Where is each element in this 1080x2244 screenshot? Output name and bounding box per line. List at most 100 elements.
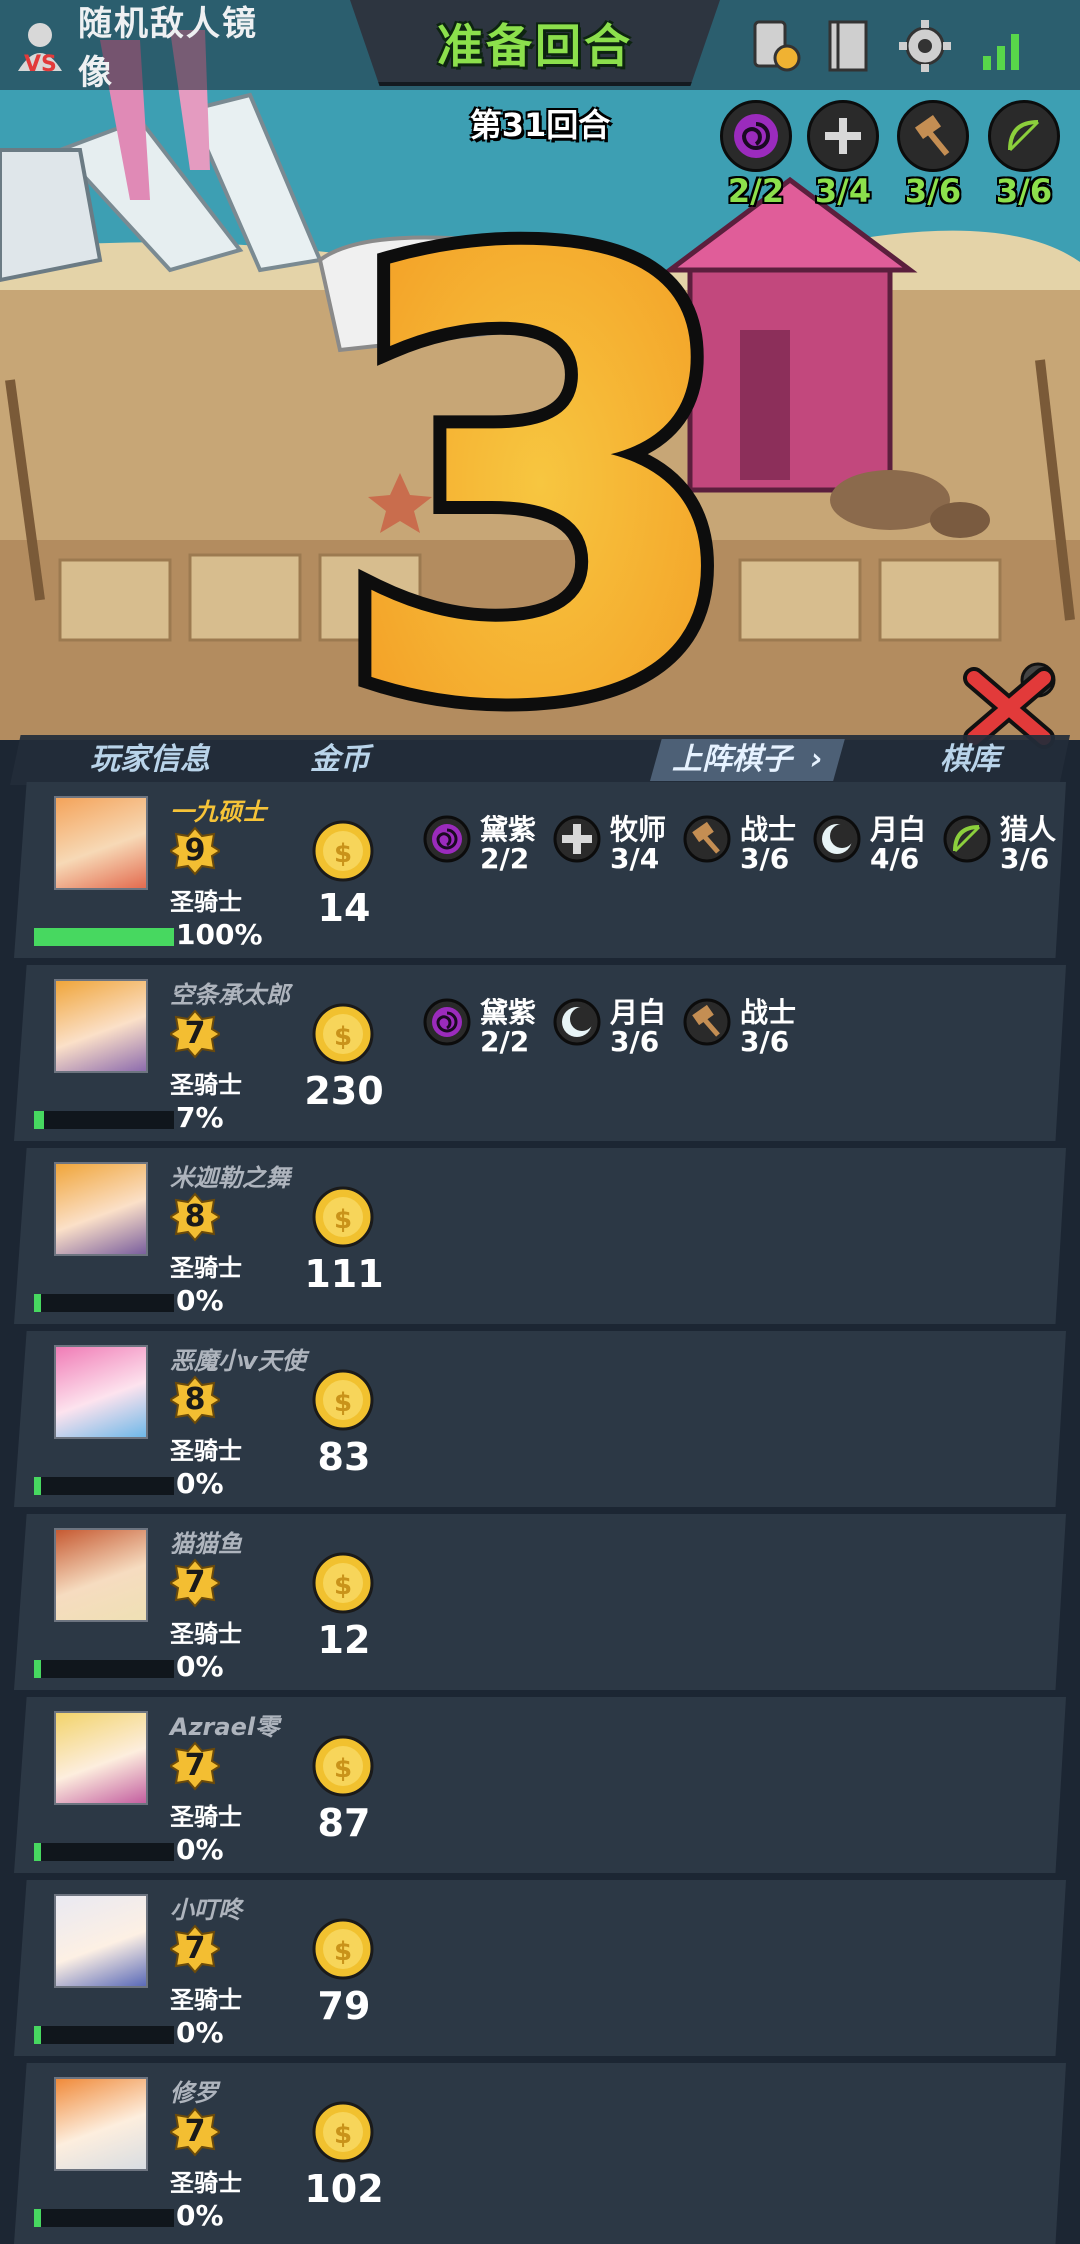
codex-book-icon[interactable]	[818, 16, 878, 76]
bow-icon	[988, 100, 1060, 172]
gold-amount: 230	[304, 1069, 384, 1113]
gold-coin-icon: $	[312, 1003, 374, 1065]
rank-title: 圣骑士	[170, 1620, 242, 1648]
gold-coin-icon: $	[312, 1186, 374, 1248]
gold-amount: 79	[317, 1984, 371, 2028]
progress-bar	[34, 928, 174, 946]
progress-fill	[34, 1294, 41, 1312]
player-name: 恶魔小v天使	[170, 1347, 306, 1375]
rank-title: 圣骑士	[170, 1803, 242, 1831]
progress-bar	[34, 1111, 174, 1129]
moon-icon	[812, 814, 862, 864]
progress-bar	[34, 1660, 174, 1678]
rank-title: 圣骑士	[170, 1437, 242, 1465]
progress-bar	[34, 1843, 174, 1861]
player-name: 猫猫鱼	[170, 1530, 242, 1558]
gold-amount: 14	[317, 886, 371, 930]
top-synergy-count: 3/6	[995, 172, 1053, 210]
synergy-count: 3/6	[740, 842, 790, 875]
player-avatar	[54, 1162, 148, 1256]
top-synergy-hunter[interactable]: 3/6	[984, 100, 1064, 210]
level-number: 7	[184, 1748, 206, 1783]
top-synergy-count: 3/6	[904, 172, 962, 210]
tab-deployed-pieces[interactable]: 上阵棋子 ›	[650, 739, 845, 781]
hammer-icon	[682, 997, 732, 1047]
player-row[interactable]: 空条承太郎 7 圣骑士 7% $ 230 黛紫 2/2 月白 3/6 战士 3/6	[14, 965, 1066, 1141]
rank-title: 圣骑士	[170, 2169, 242, 2197]
svg-text:VS: VS	[24, 52, 57, 75]
player-row[interactable]: 修罗 7 圣骑士 0% $ 102	[14, 2063, 1066, 2244]
settings-gear-icon[interactable]	[895, 16, 955, 76]
gold-amount: 83	[317, 1435, 371, 1479]
player-avatar	[54, 1711, 148, 1805]
tab-player-info[interactable]: 玩家信息	[90, 739, 210, 781]
progress-percent: 0%	[176, 1467, 224, 1500]
level-number: 7	[184, 1016, 206, 1051]
progress-fill	[34, 2026, 41, 2044]
level-badge: 7	[168, 1009, 222, 1059]
synergy-count: 4/6	[870, 842, 920, 875]
spiral-icon	[422, 814, 472, 864]
svg-text:$: $	[334, 1388, 352, 1418]
svg-text:$: $	[334, 1022, 352, 1052]
progress-bar	[34, 2026, 174, 2044]
gold-coin-icon: $	[312, 1735, 374, 1797]
player-avatar	[54, 1894, 148, 1988]
signal-strength-icon	[975, 16, 1035, 76]
level-number: 8	[184, 1199, 206, 1234]
level-number: 8	[184, 1382, 206, 1417]
svg-text:$: $	[334, 839, 352, 869]
cross-shield-icon	[552, 814, 602, 864]
panel-tabs: 玩家信息 金币 上阵棋子 › 棋库	[10, 735, 1070, 785]
player-row[interactable]: 恶魔小v天使 8 圣骑士 0% $ 83	[14, 1331, 1066, 1507]
player-name: 修罗	[170, 2079, 218, 2107]
player-row[interactable]: 猫猫鱼 7 圣骑士 0% $ 12	[14, 1514, 1066, 1690]
progress-fill	[34, 1111, 44, 1129]
level-badge: 7	[168, 1924, 222, 1974]
rank-title: 圣骑士	[170, 888, 242, 916]
player-row[interactable]: 米迦勒之舞 8 圣骑士 0% $ 111	[14, 1148, 1066, 1324]
progress-percent: 0%	[176, 2199, 224, 2232]
gold-coin-icon: $	[312, 1918, 374, 1980]
level-badge: 9	[168, 826, 222, 876]
progress-percent: 0%	[176, 1650, 224, 1683]
mirror-label: 随机敌人镜像	[78, 4, 258, 93]
player-row[interactable]: Azrael零 7 圣骑士 0% $ 87	[14, 1697, 1066, 1873]
level-badge: 7	[168, 1558, 222, 1608]
chevron-right-icon: ›	[810, 742, 823, 777]
player-row[interactable]: 一九硕士 9 圣骑士 100% $ 14 黛紫 2/2 牧师 3/4 战士 3/6 月…	[14, 782, 1066, 958]
gold-coin-icon: $	[312, 2101, 374, 2163]
progress-fill	[34, 1477, 41, 1495]
synergy-count: 2/2	[480, 1025, 530, 1058]
level-number: 7	[184, 2114, 206, 2149]
progress-bar	[34, 1477, 174, 1495]
progress-percent: 0%	[176, 1284, 224, 1317]
progress-percent: 0%	[176, 2016, 224, 2049]
player-name: 小叮咚	[170, 1896, 242, 1924]
player-avatar	[54, 1528, 148, 1622]
synergy-count: 3/6	[1000, 842, 1050, 875]
level-badge: 7	[168, 1741, 222, 1791]
vs-icon: VS	[10, 15, 70, 77]
round-title: 准备回合	[437, 19, 633, 73]
top-synergy-warrior[interactable]: 3/6	[893, 100, 973, 210]
tab-deployed-label: 上阵棋子	[672, 742, 792, 777]
gold-coin-icon: $	[312, 820, 374, 882]
progress-bar	[34, 2209, 174, 2227]
progress-percent: 7%	[176, 1101, 224, 1134]
tab-bench[interactable]: 棋库	[940, 739, 1000, 781]
level-badge: 8	[168, 1192, 222, 1242]
top-synergy-priest[interactable]: 3/4	[803, 100, 883, 210]
countdown-digit: 3	[331, 133, 748, 750]
progress-percent: 0%	[176, 1833, 224, 1866]
gold-amount: 12	[317, 1618, 371, 1662]
level-number: 7	[184, 1931, 206, 1966]
player-row[interactable]: 小叮咚 7 圣骑士 0% $ 79	[14, 1880, 1066, 2056]
mirror-enemy-button[interactable]: VS 随机敌人镜像	[10, 4, 280, 93]
gold-amount: 111	[304, 1252, 384, 1296]
synergy-count: 3/6	[740, 1025, 790, 1058]
tab-gold[interactable]: 金币	[310, 739, 370, 781]
device-switch-icon[interactable]	[745, 16, 805, 76]
spiral-icon	[422, 997, 472, 1047]
player-avatar	[54, 2077, 148, 2171]
